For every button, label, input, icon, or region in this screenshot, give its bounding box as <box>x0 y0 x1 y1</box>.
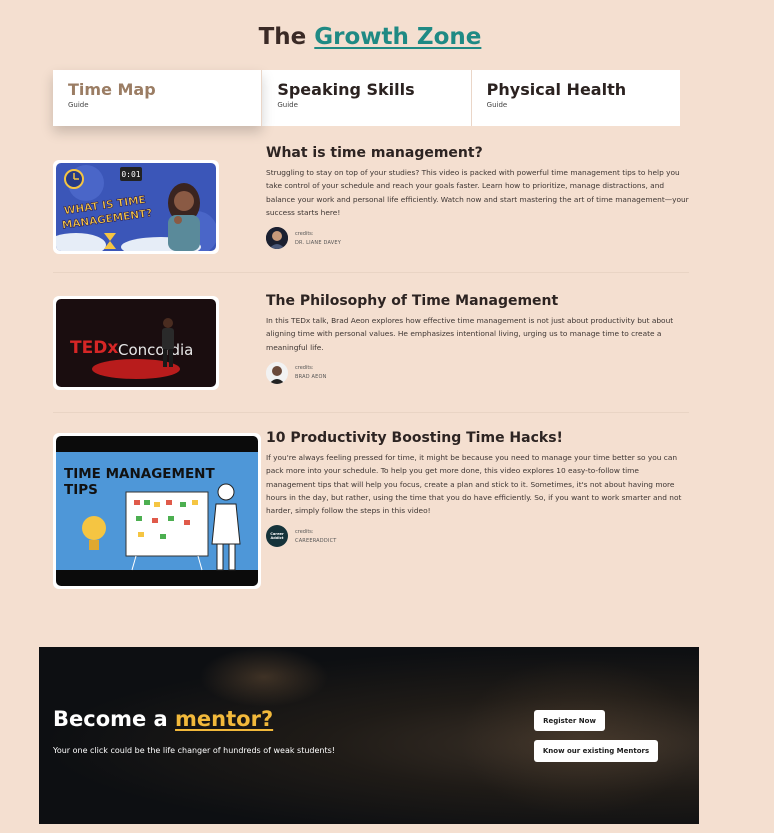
video-title[interactable]: The Philosophy of Time Management <box>266 292 689 310</box>
video-description: In this TEDx talk, Brad Aeon explores ho… <box>266 316 674 352</box>
credit-label: credits: <box>295 230 314 237</box>
credit-label: credits: <box>295 365 314 372</box>
existing-mentors-button[interactable]: Know our existing Mentors <box>534 740 658 762</box>
video-title[interactable]: 10 Productivity Boosting Time Hacks! <box>266 429 689 447</box>
video-description: If you're always feeling pressed for tim… <box>266 453 682 516</box>
time-management-tips-thumbnail: TIME MANAGEMENT TIPS <box>56 436 258 586</box>
tab-title: Physical Health <box>486 80 627 99</box>
video-thumbnail[interactable]: TIME MANAGEMENT TIPS <box>53 433 261 589</box>
register-now-button[interactable]: Register Now <box>534 710 605 731</box>
background-glow <box>199 647 329 707</box>
mentor-banner: Become a mentor? Your one click could be… <box>39 647 699 824</box>
avatar <box>266 361 288 384</box>
tab-subtitle: Guide <box>68 101 89 109</box>
credit-name: BRAD AEON <box>295 374 327 381</box>
tab-title: Time Map <box>68 80 156 99</box>
mentor-title-accent[interactable]: mentor? <box>175 707 273 731</box>
mentor-subtitle: Your one click could be the life changer… <box>53 746 336 755</box>
guide-tabs: Time Map Guide Speaking Skills Guide Phy… <box>53 70 680 126</box>
video-description: Struggling to stay on top of your studie… <box>266 168 689 217</box>
video-info: What is time management? Struggling to s… <box>266 144 689 250</box>
credit-name: CAREERADDICT <box>295 537 337 544</box>
thumb-concordia: Concordia <box>118 341 193 359</box>
thumb-subtitle: TIPS <box>64 482 98 498</box>
background-glow <box>459 657 699 817</box>
tab-title: Speaking Skills <box>277 80 415 99</box>
author-avatar-icon <box>266 227 288 250</box>
thumb-title: TIME MANAGEMENT <box>64 466 215 482</box>
thumb-tedx: TEDx <box>70 338 118 358</box>
page-title-accent: Growth Zone <box>314 24 482 50</box>
page-title: The Growth Zone <box>0 24 740 50</box>
tab-physical-health[interactable]: Physical Health Guide <box>472 70 680 126</box>
credit-name: DR. LIANE DAVEY <box>295 239 341 246</box>
video-credit: Career Addict credits: CAREERADDICT <box>266 525 689 548</box>
tab-subtitle: Guide <box>277 101 298 109</box>
page-title-prefix: The <box>258 24 307 50</box>
video-title[interactable]: What is time management? <box>266 144 689 162</box>
video-credit: credits: DR. LIANE DAVEY <box>266 227 689 250</box>
divider <box>53 412 689 413</box>
video-thumbnail[interactable]: TEDx Concordia <box>53 296 219 390</box>
clock-readout: 0:01 <box>121 170 140 179</box>
tab-subtitle: Guide <box>486 101 508 109</box>
avatar <box>266 227 288 250</box>
tab-time-map[interactable]: Time Map Guide <box>53 70 263 126</box>
mentor-title: Become a mentor? <box>53 707 273 731</box>
mentor-title-prefix: Become a <box>53 707 168 731</box>
video-info: 10 Productivity Boosting Time Hacks! If … <box>266 429 689 548</box>
avatar: Career Addict <box>266 525 288 548</box>
tedx-concordia-thumbnail: TEDx Concordia <box>56 299 216 387</box>
what-is-time-management-thumbnail: 0:01 WHAT IS TIME MANAGEMENT? <box>56 163 216 251</box>
author-avatar-icon <box>266 361 288 384</box>
video-info: The Philosophy of Time Management In thi… <box>266 292 689 384</box>
video-credit: credits: BRAD AEON <box>266 361 689 384</box>
video-thumbnail[interactable]: 0:01 WHAT IS TIME MANAGEMENT? <box>53 160 219 254</box>
divider <box>53 272 689 273</box>
tab-speaking-skills[interactable]: Speaking Skills Guide <box>262 70 472 126</box>
credit-label: credits: <box>295 528 314 535</box>
author-avatar-text: Career Addict <box>270 532 284 541</box>
